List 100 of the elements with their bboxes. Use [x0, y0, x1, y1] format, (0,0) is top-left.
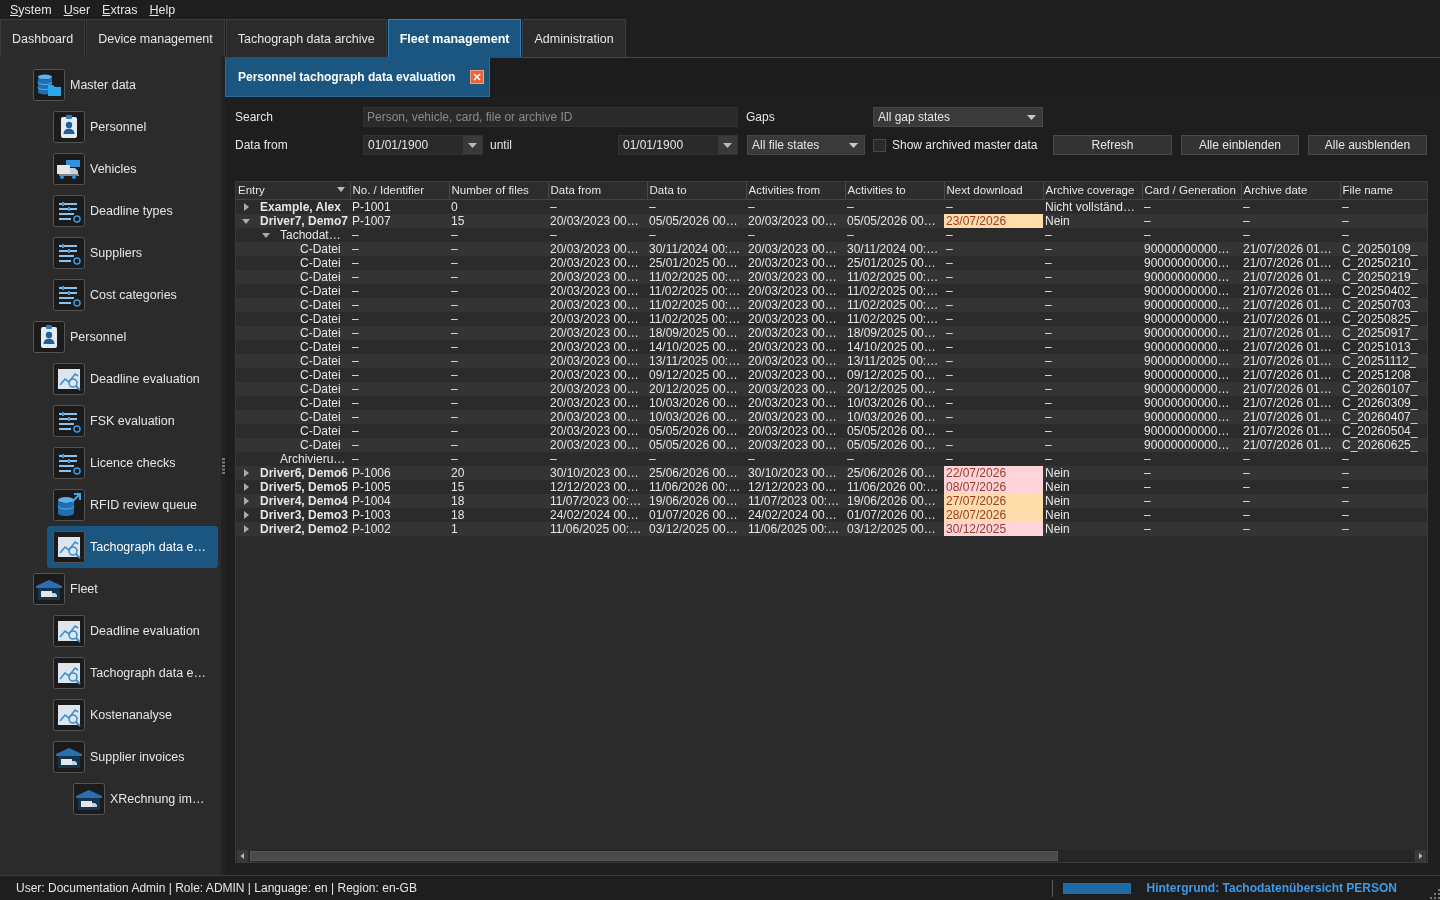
- menu-item[interactable]: Extras: [96, 1, 144, 18]
- date-text: –: [1241, 213, 1340, 228]
- identifier-text: –: [350, 241, 449, 256]
- expand-arrow-icon[interactable]: [244, 497, 249, 506]
- tab[interactable]: Administration: [522, 19, 626, 57]
- column-header[interactable]: Next download: [944, 182, 1043, 199]
- card-number-text: 90000000000…: [1142, 241, 1241, 256]
- tab[interactable]: Dashboard: [0, 19, 86, 57]
- column-header[interactable]: Number of files: [449, 182, 548, 199]
- identifier-text: P-1003: [350, 507, 449, 522]
- identifier-text: –: [350, 269, 449, 284]
- sidebar-item[interactable]: FSK evaluation: [47, 400, 218, 442]
- entry-label: C-Datei: [300, 353, 341, 368]
- hide-all-button[interactable]: Alle ausblenden: [1308, 135, 1427, 155]
- sidebar-item[interactable]: Supplier invoices: [47, 736, 218, 778]
- refresh-button[interactable]: Refresh: [1053, 135, 1172, 155]
- column-header[interactable]: File name: [1340, 182, 1427, 199]
- sidebar-item[interactable]: Tachograph data e…: [47, 652, 218, 694]
- file-state-dropdown[interactable]: All file states: [747, 135, 865, 155]
- sidebar-item[interactable]: Fleet: [27, 568, 218, 610]
- card-number-text: –: [1142, 493, 1241, 508]
- sidebar-item[interactable]: Tachograph data e…: [47, 526, 218, 568]
- file-name-text: C_20250917_: [1340, 325, 1427, 340]
- resize-grip-icon[interactable]: [1430, 889, 1440, 899]
- coverage-text: –: [1043, 297, 1142, 312]
- sidebar-item[interactable]: XRechnung im…: [67, 778, 218, 820]
- search-field[interactable]: Person, vehicle, card, file or archive ID: [363, 107, 738, 127]
- sidebar-item[interactable]: Personnel: [27, 316, 218, 358]
- dropdown-arrow-icon[interactable]: [336, 187, 345, 193]
- date-text: –: [746, 451, 845, 466]
- menu-item[interactable]: System: [4, 1, 58, 18]
- date-text: –: [944, 437, 1043, 452]
- file-count-text: –: [449, 395, 548, 410]
- dropdown-button-icon[interactable]: [463, 136, 482, 154]
- scroll-left-icon[interactable]: [237, 849, 248, 862]
- coverage-text: Nein: [1043, 493, 1142, 508]
- expand-arrow-icon[interactable]: [244, 525, 249, 534]
- collapse-arrow-icon[interactable]: [262, 232, 270, 238]
- menu-item[interactable]: User: [57, 1, 97, 18]
- sidebar-item[interactable]: Kostenanalyse: [47, 694, 218, 736]
- sidebar-item[interactable]: Deadline evaluation: [47, 610, 218, 652]
- tab[interactable]: Fleet management: [387, 19, 522, 57]
- file-name-text: C_20250402_: [1340, 283, 1427, 298]
- column-header[interactable]: No. / Identifier: [350, 182, 449, 199]
- scrollbar-thumb[interactable]: [250, 850, 1058, 861]
- show-all-button[interactable]: Alle einblenden: [1181, 135, 1299, 155]
- sidebar-item[interactable]: Suppliers: [47, 232, 218, 274]
- sidebar-item[interactable]: Cost categories: [47, 274, 218, 316]
- expand-arrow-icon[interactable]: [244, 203, 249, 212]
- date-field[interactable]: 01/01/1900: [618, 135, 738, 155]
- file-name-text: C_20260407_: [1340, 409, 1427, 424]
- column-header[interactable]: Activities from: [746, 182, 845, 199]
- entry-label: C-Datei: [300, 283, 341, 298]
- entry-label: Tachodat…: [280, 227, 341, 242]
- date-text: 20/03/2023 00…: [548, 297, 647, 312]
- sidebar-item[interactable]: Vehicles: [47, 148, 218, 190]
- gaps-dropdown[interactable]: All gap states: [873, 107, 1043, 127]
- column-header[interactable]: Data to: [647, 182, 746, 199]
- date-text: 20/03/2023 00…: [548, 367, 647, 382]
- expand-arrow-icon[interactable]: [244, 469, 249, 478]
- card-number-text: 90000000000…: [1142, 283, 1241, 298]
- file-name-text: C_20250210_: [1340, 255, 1427, 270]
- column-header[interactable]: Entry: [236, 182, 350, 199]
- sidebar-item[interactable]: Licence checks: [47, 442, 218, 484]
- card-number-text: –: [1142, 465, 1241, 480]
- tab[interactable]: Device management: [86, 19, 225, 57]
- date-text: 20/03/2023 00…: [548, 409, 647, 424]
- date-text: 20/12/2025 00…: [647, 381, 746, 396]
- sidebar-item[interactable]: Personnel: [47, 106, 218, 148]
- collapse-arrow-icon[interactable]: [242, 218, 250, 224]
- expand-arrow-icon[interactable]: [244, 483, 249, 492]
- date-text: 20/03/2023 00…: [746, 437, 845, 452]
- date-text: 20/03/2023 00…: [746, 367, 845, 382]
- date-text: –: [944, 255, 1043, 270]
- menu-item[interactable]: Help: [143, 1, 182, 18]
- identifier-text: P-1002: [350, 521, 449, 536]
- column-header[interactable]: Card / Generation: [1142, 182, 1241, 199]
- sidebar-item[interactable]: Master data: [27, 64, 218, 106]
- tab[interactable]: Tachograph data archive: [225, 19, 387, 57]
- document-tab[interactable]: Personnel tachograph data evaluation: [225, 58, 490, 97]
- expand-arrow-icon[interactable]: [244, 511, 249, 520]
- dropdown-button-icon[interactable]: [718, 136, 737, 154]
- coverage-text: –: [1043, 451, 1142, 466]
- checkbox[interactable]: [873, 138, 886, 152]
- grip-icon[interactable]: [221, 458, 225, 474]
- card-number-text: 90000000000…: [1142, 437, 1241, 452]
- date-text: –: [944, 339, 1043, 354]
- sidebar-item[interactable]: Deadline evaluation: [47, 358, 218, 400]
- column-header[interactable]: Archive date: [1241, 182, 1340, 199]
- sidebar-item[interactable]: RFID review queue: [47, 484, 218, 526]
- scroll-right-icon[interactable]: [1415, 849, 1426, 862]
- column-header[interactable]: Data from: [548, 182, 647, 199]
- column-header[interactable]: Archive coverage: [1043, 182, 1142, 199]
- sidebar-item[interactable]: Deadline types: [47, 190, 218, 232]
- close-icon[interactable]: [470, 70, 484, 84]
- date-text: 21/07/2026 01…: [1241, 437, 1340, 452]
- line-chart-icon: [53, 531, 85, 563]
- date-field[interactable]: 01/01/1900: [363, 135, 483, 155]
- identifier-text: P-1007: [350, 213, 449, 228]
- column-header[interactable]: Activities to: [845, 182, 944, 199]
